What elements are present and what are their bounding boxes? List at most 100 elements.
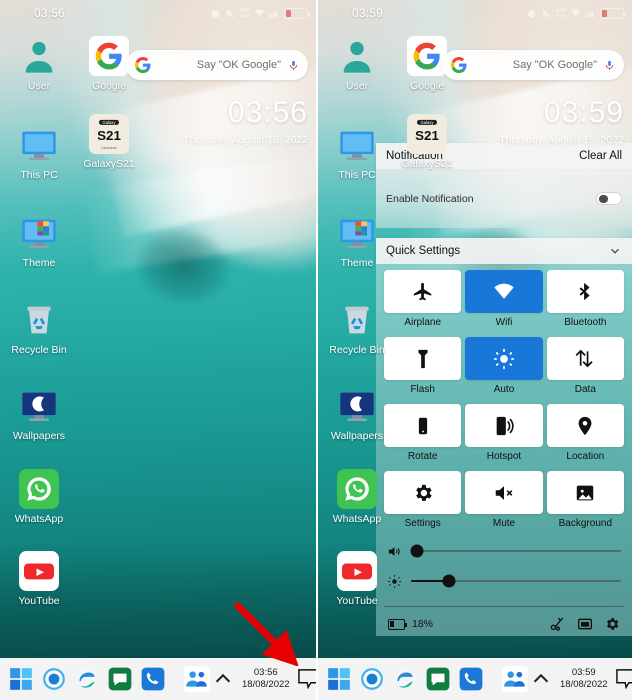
user-icon xyxy=(337,36,377,76)
whatsapp-icon xyxy=(337,468,377,509)
people-icon[interactable] xyxy=(500,664,530,694)
desktop-icon-label: GalaxyS21 xyxy=(401,158,453,170)
desktop-icon-label: YouTube xyxy=(336,595,378,608)
screenshot-icon[interactable] xyxy=(577,616,593,632)
tile-button[interactable] xyxy=(465,471,543,514)
tile-mute[interactable]: Mute xyxy=(465,471,543,536)
recycle-bin-icon xyxy=(337,300,377,340)
google-search-bar[interactable]: Say "OK Google" xyxy=(126,50,308,80)
svg-text:Galaxy: Galaxy xyxy=(103,120,117,125)
brightness-slider-row[interactable] xyxy=(384,566,624,596)
desktop-icon-label: Recycle Bin xyxy=(329,343,385,356)
tile-location[interactable]: Location xyxy=(546,404,624,469)
quick-settings-tiles: Airplane Wifi Bluetooth Flash Auto Data … xyxy=(384,270,624,536)
messages-icon[interactable] xyxy=(105,664,135,694)
tile-button[interactable] xyxy=(465,404,543,447)
galaxy-s21-icon: Galaxy S21 Launcher xyxy=(89,114,129,154)
taskbar-clock[interactable]: 03:56 18/08/2022 xyxy=(242,667,290,691)
right-screenshot-panel: 03:59 0.00 KB/S Say "OK Google" 03:59 Th… xyxy=(316,0,632,700)
chevron-up-icon[interactable] xyxy=(212,668,234,690)
google-icon xyxy=(407,36,447,76)
phone-icon[interactable] xyxy=(138,664,168,694)
brightness-slider-track[interactable] xyxy=(411,574,621,588)
tile-auto[interactable]: Auto xyxy=(465,337,543,402)
status-bar-time: 03:56 xyxy=(34,6,66,20)
gear-icon xyxy=(412,482,434,504)
scissors-icon[interactable] xyxy=(550,616,566,632)
tile-button[interactable] xyxy=(546,337,624,380)
desktop-icon-user[interactable]: User xyxy=(0,36,78,93)
clear-all-button[interactable]: Clear All xyxy=(579,150,622,162)
chevron-up-icon[interactable] xyxy=(530,668,552,690)
desktop-icon-youtube[interactable]: YouTube xyxy=(318,551,396,608)
gear-icon[interactable] xyxy=(604,616,620,632)
tile-background[interactable]: Background xyxy=(546,471,624,536)
chevron-down-icon[interactable] xyxy=(608,244,622,258)
desktop-icon-label: Recycle Bin xyxy=(11,343,67,356)
location-pin-icon xyxy=(574,415,596,437)
svg-text:Launcher: Launcher xyxy=(101,146,117,150)
desktop-icon-user[interactable]: User xyxy=(318,36,396,93)
wallpapers-icon xyxy=(19,386,59,426)
microphone-icon[interactable] xyxy=(604,58,615,73)
desktop-icon-theme[interactable]: Theme xyxy=(318,213,396,270)
desktop-icon-label: User xyxy=(345,80,369,92)
volume-slider-row[interactable] xyxy=(384,536,624,566)
desktop-icon-label: Theme xyxy=(340,257,374,270)
tile-button[interactable] xyxy=(465,337,543,380)
desktop-icon-whatsapp[interactable]: WhatsApp xyxy=(318,468,396,526)
start-icon[interactable] xyxy=(324,664,354,694)
tile-button[interactable] xyxy=(546,471,624,514)
desktop-icons: User Google This PC Galaxy S21 Launcher Ga… xyxy=(0,36,135,622)
data-speed-unit: KB/S xyxy=(556,12,566,18)
monitor-icon xyxy=(337,125,377,165)
wifi-icon xyxy=(570,8,581,19)
desktop-icon-theme[interactable]: Theme xyxy=(0,213,78,270)
cortana-icon[interactable] xyxy=(357,664,387,694)
notification-icon[interactable] xyxy=(297,669,316,690)
quick-settings-title: Quick Settings xyxy=(386,245,461,257)
tile-hotspot[interactable]: Hotspot xyxy=(465,404,543,469)
quick-settings-header[interactable]: Quick Settings xyxy=(376,238,632,264)
taskbar-tray: 03:59 18/08/2022 xyxy=(530,667,632,691)
tile-bluetooth[interactable]: Bluetooth xyxy=(546,270,624,335)
desktop-icon-recycle-bin[interactable]: Recycle Bin xyxy=(0,300,78,357)
desktop-icon-this-pc[interactable]: This PC xyxy=(0,125,78,182)
cortana-icon[interactable] xyxy=(39,664,69,694)
edge-icon[interactable] xyxy=(390,664,420,694)
tile-data[interactable]: Data xyxy=(546,337,624,402)
wifi-icon xyxy=(493,281,515,303)
desktop-icon-label: WhatsApp xyxy=(332,512,382,525)
tile-button[interactable] xyxy=(465,270,543,313)
tile-label: Flash xyxy=(410,384,435,395)
tile-button[interactable] xyxy=(546,270,624,313)
phone-icon[interactable] xyxy=(456,664,486,694)
edge-icon[interactable] xyxy=(72,664,102,694)
people-icon[interactable] xyxy=(182,664,212,694)
desktop-icon-this-pc[interactable]: This PC xyxy=(318,125,396,182)
desktop-icon-whatsapp[interactable]: WhatsApp xyxy=(0,468,78,526)
desktop-icon-galaxys21[interactable]: Galaxy S21 Launcher GalaxyS21 xyxy=(70,114,148,171)
desktop-icon-label: Google xyxy=(92,80,126,92)
taskbar-clock[interactable]: 03:59 18/08/2022 xyxy=(560,667,608,691)
battery-percent: 18% xyxy=(412,618,434,630)
hotspot-icon xyxy=(493,415,515,437)
user-icon xyxy=(19,36,59,76)
google-search-bar[interactable]: Say "OK Google" xyxy=(442,50,624,80)
desktop-icon-wallpapers[interactable]: Wallpapers xyxy=(318,386,396,443)
desktop-icon-youtube[interactable]: YouTube xyxy=(0,551,78,608)
microphone-icon[interactable] xyxy=(288,58,299,73)
desktop-icon-galaxys21[interactable]: Galaxy S21 GalaxyS21 xyxy=(388,114,466,171)
desktop-icon-wallpapers[interactable]: Wallpapers xyxy=(0,386,78,443)
notification-icon[interactable] xyxy=(615,669,632,690)
svg-text:Galaxy: Galaxy xyxy=(421,120,435,125)
desktop-icon-recycle-bin[interactable]: Recycle Bin xyxy=(318,300,396,357)
messages-icon[interactable] xyxy=(423,664,453,694)
start-icon[interactable] xyxy=(6,664,36,694)
tile-wifi[interactable]: Wifi xyxy=(465,270,543,335)
data-speed-unit: KB/S xyxy=(240,12,250,18)
enable-notification-toggle[interactable] xyxy=(596,192,622,205)
volume-slider-track[interactable] xyxy=(410,544,621,558)
tile-button[interactable] xyxy=(546,404,624,447)
svg-text:S21: S21 xyxy=(415,128,439,143)
